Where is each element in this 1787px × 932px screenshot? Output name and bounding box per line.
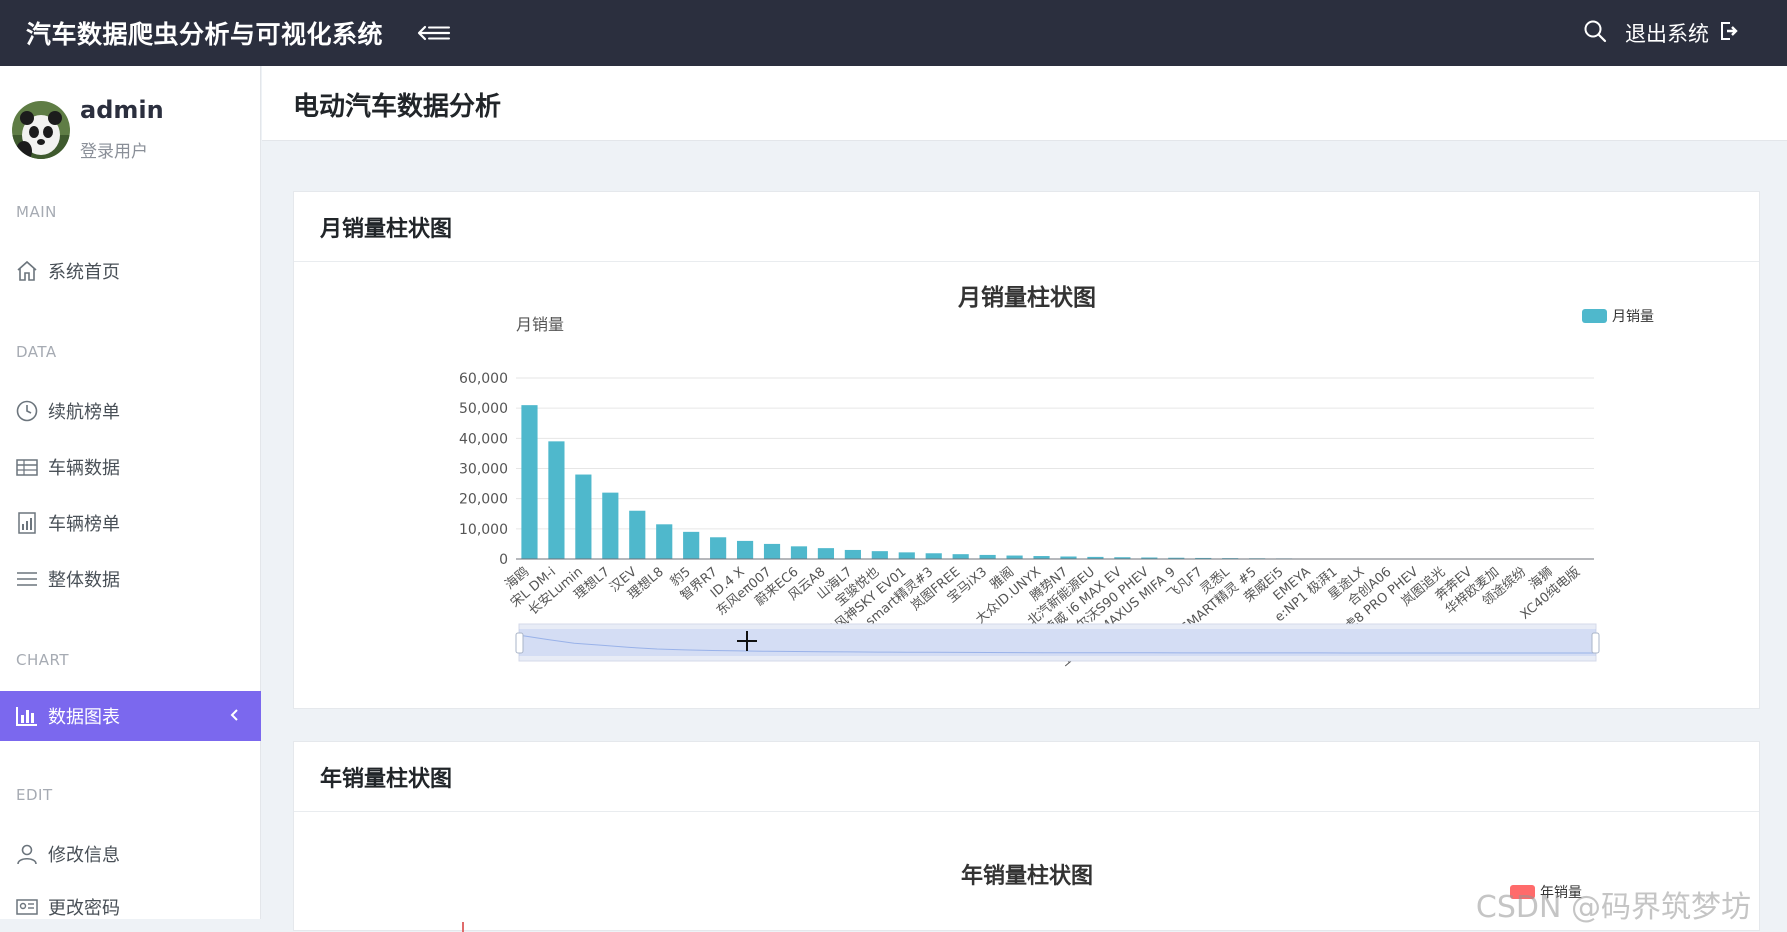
logout-label: 退出系统 [1625,22,1709,46]
sidebar-item-label: 修改信息 [48,845,120,866]
bar[interactable] [898,552,915,559]
chart-gridlines [516,377,1594,530]
bar[interactable] [521,405,538,559]
page-header: 电动汽车数据分析 [262,66,1787,141]
bar[interactable] [710,537,727,559]
top-navbar: 汽车数据爬虫分析与可视化系统 退出系统 [0,0,1787,66]
bar[interactable] [1006,555,1023,559]
bar[interactable] [683,531,700,559]
report-icon [14,510,40,536]
bar[interactable] [817,548,835,559]
id-card-icon [14,894,40,920]
bar[interactable] [925,553,942,559]
datazoom-handle-left[interactable] [515,632,524,654]
yearly-sales-card: 年销量柱状图 年销量柱状图 年销量 CSDN @码界筑梦坊 [293,741,1760,932]
section-label-data: DATA [16,343,57,361]
legend-swatch [1582,309,1607,323]
sidebar-item-vehicle-ranking[interactable]: 车辆榜单 [0,500,261,546]
monthly-sales-chart: 月销量柱状图 月销量 月销量 0 10,000 20,000 30,000 40,000… [459,284,1654,670]
bar[interactable] [548,441,565,559]
bar[interactable] [656,524,673,559]
bar[interactable] [952,554,969,559]
section-label-edit: EDIT [16,786,53,804]
chart-title: 年销量柱状图 [961,863,1093,889]
sidebar-item-data-charts[interactable]: 数据图表 [0,691,261,741]
section-label-chart: CHART [16,651,70,669]
watermark: CSDN @码界筑梦坊 [1475,890,1751,925]
y-axis-title: 月销量 [516,315,564,334]
bar[interactable] [979,554,996,559]
user-icon [14,841,40,867]
page-title: 电动汽车数据分析 [293,92,502,122]
y-tick-label: 60,000 [459,371,508,387]
bar[interactable] [736,540,754,559]
menu-toggle-icon[interactable] [411,21,453,45]
logout-icon [1719,21,1739,46]
bar[interactable] [629,510,646,559]
bar[interactable] [844,549,861,559]
list-icon [14,566,40,592]
y-axis-ticks: 0 10,000 20,000 30,000 40,000 50,000 60,000 [459,371,508,568]
sidebar-item-change-password[interactable]: 更改密码 [0,884,261,930]
user-role: 登录用户 [80,142,148,162]
app-title: 汽车数据爬虫分析与可视化系统 [26,20,384,49]
sidebar-item-label: 系统首页 [48,262,120,283]
search-icon[interactable] [1583,19,1607,48]
sidebar-item-label: 车辆数据 [48,458,120,479]
sidebar-item-label: 续航榜单 [48,402,120,423]
home-icon [14,258,40,284]
datazoom-selection[interactable] [519,629,1596,656]
sidebar: admin 登录用户 MAIN 系统首页 DATA 续航榜单 车辆数据 车辆榜单… [0,66,261,919]
sidebar-item-home[interactable]: 系统首页 [0,248,261,294]
section-label-main: MAIN [16,203,57,221]
bar[interactable] [575,474,592,559]
sidebar-item-range-ranking[interactable]: 续航榜单 [0,388,261,434]
sidebar-item-label: 数据图表 [48,707,120,728]
bar[interactable] [871,551,888,559]
datazoom-slider[interactable] [515,623,1600,662]
username: admin [80,96,164,124]
card-title: 月销量柱状图 [294,192,1759,262]
sidebar-item-edit-profile[interactable]: 修改信息 [0,831,261,877]
chart-legend[interactable]: 月销量 [1582,309,1654,325]
legend-label: 月销量 [1612,309,1654,325]
bar[interactable] [763,543,781,559]
sidebar-item-label: 整体数据 [48,570,120,591]
clock-icon [14,398,40,424]
sidebar-item-overall-data[interactable]: 整体数据 [0,556,261,602]
y-tick-label: 0 [499,552,508,568]
avatar [12,101,70,159]
sidebar-item-label: 更改密码 [48,898,120,919]
monthly-sales-card: 月销量柱状图 月销量柱状图 月销量 月销量 0 10,000 20,000 30,00… [293,191,1760,709]
datazoom-handle-right[interactable] [1591,632,1600,654]
card-title: 年销量柱状图 [294,742,1759,812]
y-tick-label: 50,000 [459,401,508,417]
chart-title: 月销量柱状图 [957,284,1096,311]
table-icon [14,454,40,480]
chart-bars [521,405,1589,560]
y-tick-label: 30,000 [459,462,508,478]
y-tick-label: 20,000 [459,492,508,508]
logout-button[interactable]: 退出系统 [1625,18,1739,48]
y-tick-label: 40,000 [459,431,508,447]
sidebar-item-label: 车辆榜单 [48,514,120,535]
bar[interactable] [790,546,808,559]
y-tick-label: 10,000 [459,522,508,538]
sidebar-item-vehicle-data[interactable]: 车辆数据 [0,444,261,490]
bar-chart-icon [14,703,40,729]
user-profile: admin 登录用户 [0,66,260,164]
chevron-left-icon [229,706,239,727]
bar[interactable] [602,492,619,559]
